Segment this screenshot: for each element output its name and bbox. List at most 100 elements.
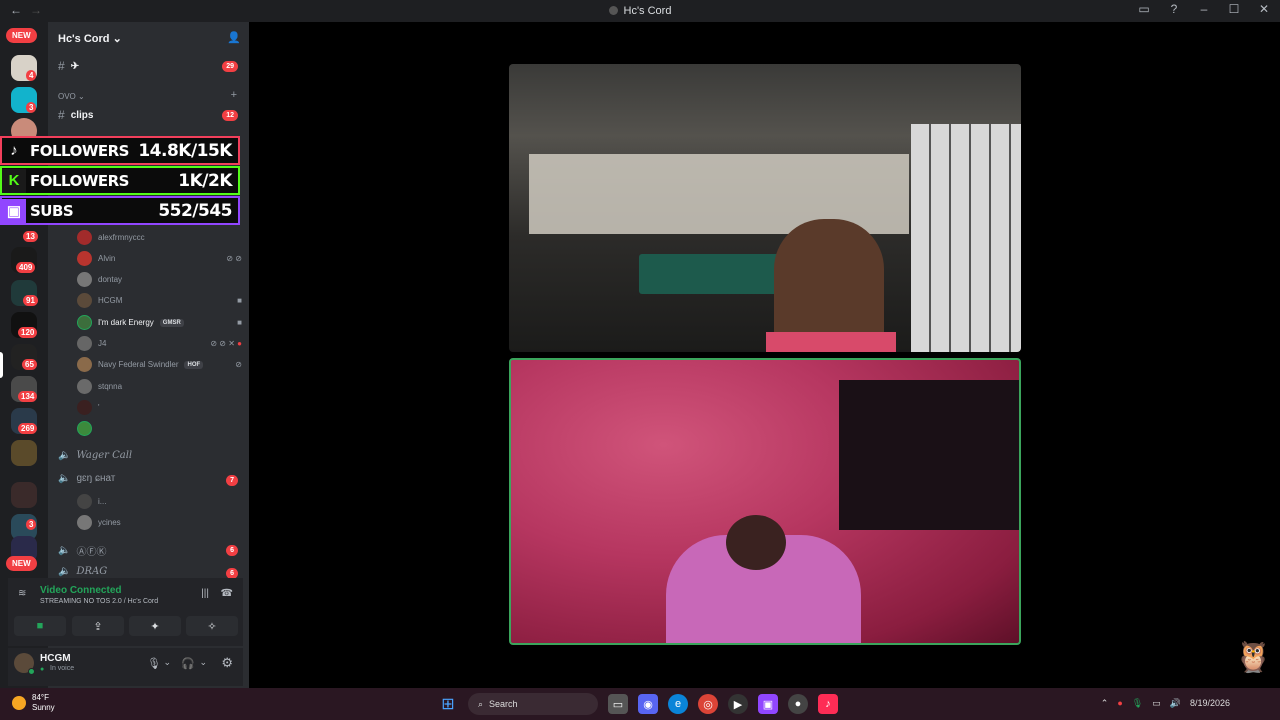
- voice-user[interactable]: Alvin ⊘ ⊘: [77, 251, 242, 266]
- unread-badge: 4: [26, 70, 37, 81]
- signal-icon[interactable]: ≋: [18, 588, 26, 599]
- unread-badge: 269: [18, 423, 38, 434]
- twitch-app-icon[interactable]: ▣: [758, 694, 778, 714]
- task-view-icon[interactable]: ▭: [608, 694, 628, 714]
- minimize-button[interactable]: –: [1196, 2, 1212, 16]
- user-name: stqnna: [98, 382, 123, 391]
- chevron-down-icon[interactable]: ⌄: [163, 657, 171, 668]
- soundboard-button[interactable]: ✧: [186, 616, 238, 636]
- streamer-shirt: [766, 332, 896, 352]
- voice-channel[interactable]: 🔈 Wager Call: [58, 450, 132, 461]
- search-placeholder: Search: [489, 699, 518, 709]
- add-channel-icon[interactable]: +: [231, 89, 237, 101]
- edge-icon[interactable]: e: [668, 694, 688, 714]
- server-name-header[interactable]: Hc's Cord ⌄: [58, 32, 122, 45]
- voice-user[interactable]: J4 ⊘ ⊘ ✕ ●: [77, 336, 242, 351]
- mic-tray-icon[interactable]: 🎙: [1132, 698, 1143, 709]
- category-ovo[interactable]: OVO ⌄: [58, 92, 85, 101]
- hash-icon: #: [58, 108, 65, 122]
- obs-icon[interactable]: ●: [788, 694, 808, 714]
- clock[interactable]: 8/19/2026: [1190, 698, 1230, 709]
- voice-status-panel: ≋ Video Connected STREAMING NO TOS 2.0 /…: [8, 578, 243, 646]
- chevron-up-icon[interactable]: ⌃: [1101, 698, 1109, 709]
- shoji-screen: [911, 124, 1021, 352]
- user-panel: HCGM ● In voice 🎙 ⌄ 🎧 ⌄ ⚙: [8, 648, 243, 686]
- chevron-down-icon[interactable]: ⌄: [199, 657, 207, 668]
- video-tile-1[interactable]: [509, 64, 1021, 352]
- voice-user[interactable]: I'm dark Energy GMSR ■: [77, 315, 242, 330]
- new-pill[interactable]: NEW: [6, 28, 37, 43]
- speaker-icon[interactable]: 🔊: [1170, 698, 1181, 709]
- voice-user[interactable]: ycines: [77, 515, 242, 530]
- speaker-icon: 🔈: [58, 566, 71, 577]
- pool-table: [639, 254, 789, 294]
- voice-channel[interactable]: 🔈 ɡɛŋ ɕнат: [58, 473, 115, 484]
- avatar: [77, 379, 92, 394]
- channel-item[interactable]: # ✈: [58, 59, 79, 73]
- voice-user[interactable]: HCGM ■: [77, 293, 242, 308]
- server-icon[interactable]: [11, 440, 37, 466]
- voice-user[interactable]: ': [77, 400, 242, 415]
- inbox-icon[interactable]: ▭: [1136, 2, 1152, 16]
- channel-badge: 6: [226, 545, 238, 556]
- voice-channel[interactable]: 🔈 DRAG: [58, 566, 107, 577]
- user-name: Navy Federal Swindler: [98, 360, 179, 369]
- guild-tag: GMSR: [159, 318, 184, 327]
- voice-user[interactable]: i...: [77, 494, 242, 509]
- status-icons: ⊘ ⊘ ✕ ●: [210, 339, 242, 348]
- user-name: HCGM: [40, 653, 71, 664]
- chrome-icon[interactable]: ◎: [698, 694, 718, 714]
- settings-gear-icon[interactable]: ⚙: [221, 655, 233, 671]
- activities-button[interactable]: ✦: [129, 616, 181, 636]
- noise-suppression-icon[interactable]: |||: [201, 588, 209, 599]
- unread-badge: 409: [16, 262, 36, 273]
- close-button[interactable]: ✕: [1256, 2, 1272, 16]
- window-title: Hc's Cord: [0, 5, 1280, 17]
- invite-icon[interactable]: 👤: [227, 31, 241, 44]
- voice-channel-name: DRAG: [76, 566, 108, 577]
- server-icon: [608, 6, 618, 15]
- voice-channel-subtitle[interactable]: STREAMING NO TOS 2.0 / Hc's Cord: [40, 598, 158, 605]
- voice-user[interactable]: dontay: [77, 272, 242, 287]
- voice-channel-name: ɡɛŋ ɕнат: [76, 473, 116, 484]
- voice-user[interactable]: Navy Federal Swindler HOF ⊘: [77, 357, 242, 372]
- guild-tag: HOF: [184, 360, 204, 369]
- media-player-icon[interactable]: ▶: [728, 694, 748, 714]
- voice-user[interactable]: [77, 421, 242, 436]
- new-pill[interactable]: NEW: [6, 556, 37, 571]
- title-bar: ← → Hc's Cord ▭ ? – ☐ ✕: [0, 0, 1280, 22]
- voice-user[interactable]: stqnna: [77, 379, 242, 394]
- voice-status: Video Connected: [40, 585, 122, 596]
- channel-item[interactable]: # clips: [58, 108, 93, 122]
- server-icon[interactable]: [11, 482, 37, 508]
- weather-widget[interactable]: 84°F Sunny: [12, 693, 55, 713]
- discord-icon[interactable]: ◉: [638, 694, 658, 714]
- voice-dot-icon: ●: [40, 666, 45, 673]
- server-name: Hc's Cord: [58, 33, 110, 45]
- tiktok-icon: ♪: [10, 142, 18, 159]
- headphones-icon[interactable]: 🎧: [181, 657, 195, 670]
- speaker-icon: 🔈: [58, 545, 71, 556]
- speaker-icon: 🔈: [58, 450, 71, 461]
- windows-start-icon[interactable]: ⊞: [438, 694, 458, 714]
- camera-button[interactable]: ■: [14, 616, 66, 636]
- user-name: ycines: [98, 518, 121, 527]
- search-box[interactable]: ⌕ Search: [468, 693, 598, 715]
- network-icon[interactable]: ▭: [1152, 698, 1161, 709]
- screen-share-button[interactable]: ⇪: [72, 616, 124, 636]
- help-icon[interactable]: ?: [1166, 2, 1182, 16]
- voice-channel[interactable]: 🔈 ⒶⒻⓀ: [58, 543, 106, 558]
- microphone-icon[interactable]: 🎙: [147, 657, 161, 670]
- user-name: alexfrmnyccc: [98, 233, 145, 242]
- voice-channel-name: ⒶⒻⓀ: [76, 547, 107, 558]
- search-icon: ⌕: [478, 698, 484, 709]
- video-tile-2[interactable]: [509, 358, 1021, 645]
- voice-user[interactable]: alexfrmnyccc: [77, 230, 242, 245]
- channel-badge: 29: [222, 61, 238, 72]
- maximize-button[interactable]: ☐: [1226, 2, 1242, 16]
- user-name: dontay: [98, 275, 123, 284]
- tray-app-icon[interactable]: ●: [1117, 698, 1122, 709]
- disconnect-icon[interactable]: ☎: [221, 588, 233, 599]
- taskbar: 84°F Sunny ⊞ ⌕ Search ▭ ◉ e ◎ ▶ ▣ ● ♪ ⌃ ● …: [0, 688, 1280, 720]
- tiktok-app-icon[interactable]: ♪: [818, 694, 838, 714]
